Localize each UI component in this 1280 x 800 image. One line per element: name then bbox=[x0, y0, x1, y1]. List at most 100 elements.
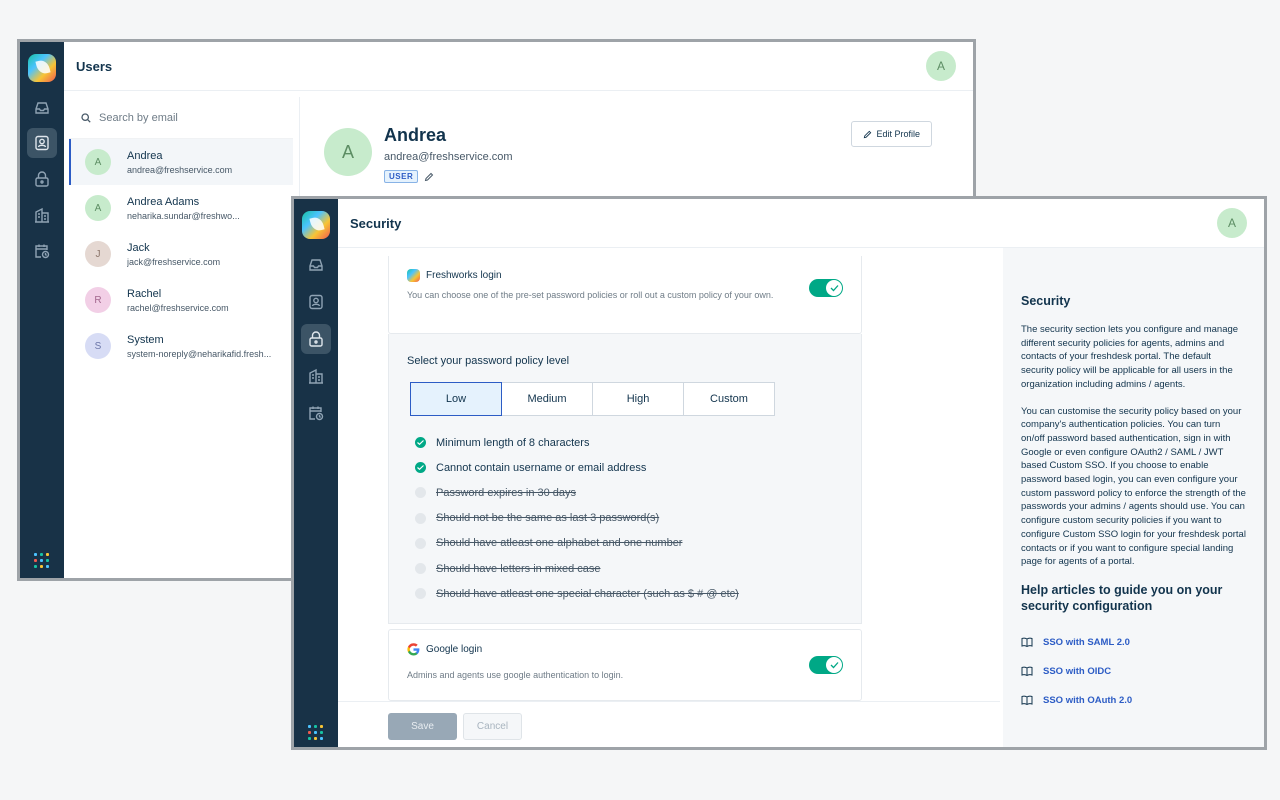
freshworks-login-toggle[interactable] bbox=[809, 279, 843, 297]
profile-avatar: A bbox=[324, 128, 372, 176]
pencil-icon bbox=[864, 130, 872, 138]
user-email: neharika.sundar@freshwo... bbox=[127, 210, 240, 221]
page-title: Users bbox=[76, 58, 113, 74]
freshworks-login-label: Freshworks login bbox=[426, 270, 502, 281]
building-icon[interactable] bbox=[301, 361, 331, 391]
freshworks-logo-icon bbox=[407, 269, 420, 282]
policy-rule-text: Should have letters in mixed case bbox=[436, 562, 601, 575]
form-footer: Save Cancel bbox=[338, 701, 1000, 747]
book-icon bbox=[1021, 667, 1033, 677]
sidebar-rail bbox=[294, 199, 338, 747]
policy-rule-text: Minimum length of 8 characters bbox=[436, 436, 590, 449]
user-name: Jack bbox=[127, 241, 150, 254]
help-articles-heading: Help articles to guide you on your secur… bbox=[1021, 582, 1223, 613]
user-name: Andrea bbox=[127, 149, 163, 162]
policy-rule-text: Should have atleast one alphabet and one… bbox=[436, 537, 683, 550]
search-input[interactable] bbox=[99, 111, 279, 124]
user-name: Andrea Adams bbox=[127, 195, 200, 208]
check-circle-icon bbox=[415, 462, 426, 474]
policy-rule-text: Should not be the same as last 3 passwor… bbox=[436, 512, 660, 525]
freshworks-logo-icon[interactable] bbox=[28, 54, 56, 82]
help-title: Security bbox=[1021, 294, 1071, 308]
freshworks-login-title: Freshworks login bbox=[407, 269, 502, 282]
policy-rule: Minimum length of 8 characters bbox=[415, 430, 739, 455]
user-list-item[interactable]: R Rachel rachel@freshservice.com bbox=[69, 277, 293, 323]
edit-role-pencil-icon[interactable] bbox=[424, 172, 434, 182]
help-article-label: SSO with SAML 2.0 bbox=[1043, 636, 1130, 648]
calendar-clock-icon[interactable] bbox=[301, 398, 331, 428]
user-list-item[interactable]: A Andrea andrea@freshservice.com bbox=[69, 139, 293, 185]
help-article-label: SSO with OAuth 2.0 bbox=[1043, 694, 1133, 706]
disabled-circle-icon bbox=[415, 537, 426, 549]
google-login-card: Google login Admins and agents use googl… bbox=[388, 629, 862, 701]
user-avatar[interactable]: A bbox=[1217, 208, 1247, 238]
check-icon bbox=[830, 285, 839, 292]
policy-rule: Should have atleast one special characte… bbox=[415, 581, 739, 606]
lock-icon[interactable] bbox=[301, 324, 331, 354]
google-login-title: Google login bbox=[407, 643, 482, 656]
role-badge: USER bbox=[384, 170, 419, 183]
sidebar-rail bbox=[20, 42, 64, 578]
policy-rule: Cannot contain username or email address bbox=[415, 455, 739, 480]
save-button[interactable]: Save bbox=[388, 713, 457, 740]
help-article-link[interactable]: SSO with OIDC bbox=[1021, 657, 1246, 686]
edit-profile-button[interactable]: Edit Profile bbox=[851, 121, 932, 147]
users-header: Users A bbox=[64, 42, 973, 91]
google-login-label: Google login bbox=[426, 644, 483, 655]
google-login-toggle[interactable] bbox=[809, 656, 843, 674]
user-email: system-noreply@neharikafid.fresh... bbox=[127, 348, 272, 359]
contacts-icon[interactable] bbox=[27, 128, 57, 158]
user-email: andrea@freshservice.com bbox=[127, 164, 233, 175]
help-sidebar: Security The security section lets you c… bbox=[1003, 248, 1264, 747]
password-policy-panel: Select your password policy level Low Me… bbox=[388, 334, 862, 624]
disabled-circle-icon bbox=[415, 512, 426, 524]
user-name: Rachel bbox=[127, 287, 162, 300]
policy-rule-text: Cannot contain username or email address bbox=[436, 461, 647, 474]
check-icon bbox=[830, 662, 839, 669]
user-list-item[interactable]: A Andrea Adams neharika.sundar@freshwo..… bbox=[69, 185, 293, 231]
policy-rule: Should have atleast one alphabet and one… bbox=[415, 531, 739, 556]
cancel-button[interactable]: Cancel bbox=[463, 713, 522, 740]
edit-profile-label: Edit Profile bbox=[876, 129, 920, 139]
freshworks-logo-icon[interactable] bbox=[302, 211, 330, 239]
contacts-icon[interactable] bbox=[301, 287, 331, 317]
policy-level-high[interactable]: High bbox=[592, 382, 684, 416]
help-article-label: SSO with OIDC bbox=[1043, 665, 1112, 677]
disabled-circle-icon bbox=[415, 563, 426, 575]
policy-rule-text: Should have atleast one special characte… bbox=[436, 587, 739, 600]
user-name: System bbox=[127, 333, 164, 346]
apps-grid-icon[interactable] bbox=[308, 725, 323, 740]
policy-level-low[interactable]: Low bbox=[410, 382, 502, 416]
inbox-icon[interactable] bbox=[301, 250, 331, 280]
policy-rule: Password expires in 30 days bbox=[415, 480, 739, 505]
profile-email: andrea@freshservice.com bbox=[384, 151, 513, 163]
user-list-item[interactable]: S System system-noreply@neharikafid.fres… bbox=[69, 323, 293, 369]
avatar: A bbox=[85, 195, 111, 221]
security-window: Security A Freshworks login You can choo… bbox=[291, 196, 1267, 750]
security-body: Freshworks login You can choose one of t… bbox=[338, 248, 1264, 747]
help-paragraph: You can customise the security policy ba… bbox=[1021, 405, 1246, 568]
help-article-link[interactable]: SSO with OAuth 2.0 bbox=[1021, 686, 1246, 715]
profile-name: Andrea bbox=[384, 125, 447, 145]
security-settings: Freshworks login You can choose one of t… bbox=[338, 248, 1000, 747]
disabled-circle-icon bbox=[415, 588, 426, 600]
page-title: Security bbox=[350, 215, 402, 231]
user-list-item[interactable]: J Jack jack@freshservice.com bbox=[69, 231, 293, 277]
policy-heading: Select your password policy level bbox=[407, 355, 570, 367]
policy-level-custom[interactable]: Custom bbox=[683, 382, 775, 416]
user-avatar[interactable]: A bbox=[926, 51, 956, 81]
policy-level-medium[interactable]: Medium bbox=[501, 382, 593, 416]
lock-icon[interactable] bbox=[27, 164, 57, 194]
search-box bbox=[69, 97, 293, 139]
building-icon[interactable] bbox=[27, 200, 57, 230]
inbox-icon[interactable] bbox=[27, 93, 57, 123]
help-article-link[interactable]: SSO with SAML 2.0 bbox=[1021, 628, 1246, 657]
book-icon bbox=[1021, 638, 1033, 648]
apps-grid-icon[interactable] bbox=[34, 553, 49, 568]
freshworks-login-card: Freshworks login You can choose one of t… bbox=[388, 256, 862, 334]
user-email: rachel@freshservice.com bbox=[127, 302, 229, 313]
check-circle-icon bbox=[415, 437, 426, 449]
security-header: Security A bbox=[338, 199, 1264, 248]
calendar-clock-icon[interactable] bbox=[27, 236, 57, 266]
policy-level-selector: Low Medium High Custom bbox=[410, 382, 775, 416]
